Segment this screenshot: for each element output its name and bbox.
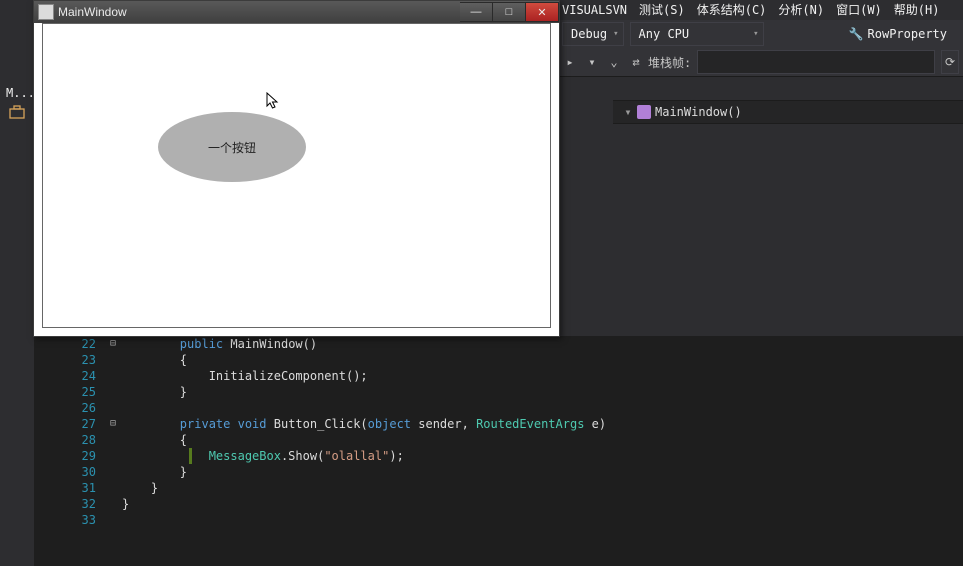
config-dropdown[interactable]: Debug ▾ bbox=[562, 22, 624, 46]
nav-chevron-icon[interactable]: ▾ bbox=[619, 105, 637, 119]
thread-icon[interactable]: ⇄ bbox=[628, 54, 644, 70]
line-number: 32 bbox=[34, 496, 96, 512]
line-number: 26 bbox=[34, 400, 96, 416]
code-line[interactable]: InitializeComponent(); bbox=[122, 368, 963, 384]
funnel-icon[interactable]: ⌄ bbox=[606, 54, 622, 70]
line-number: 24 bbox=[34, 368, 96, 384]
code-area[interactable]: public MainWindow() { InitializeComponen… bbox=[122, 336, 963, 566]
code-line[interactable]: } bbox=[122, 496, 963, 512]
client-area: 一个按钮 bbox=[42, 23, 551, 328]
platform-dropdown[interactable]: Any CPU ▾ bbox=[630, 22, 764, 46]
stackframe-dropdown[interactable] bbox=[697, 50, 935, 74]
window-title: MainWindow bbox=[58, 5, 460, 19]
line-number: 31 bbox=[34, 480, 96, 496]
code-line[interactable]: { bbox=[122, 352, 963, 368]
titlebar[interactable]: MainWindow — □ ✕ bbox=[34, 1, 559, 23]
toolbox-icon[interactable] bbox=[6, 102, 28, 122]
line-number: 25 bbox=[34, 384, 96, 400]
line-number: 22 bbox=[34, 336, 96, 352]
rowproperty-label: RowProperty bbox=[868, 27, 947, 41]
fold-toggle[interactable]: ⊟ bbox=[104, 336, 122, 352]
config-label: Debug bbox=[571, 27, 607, 41]
ellipse-button[interactable]: 一个按钮 bbox=[158, 112, 306, 182]
line-number: 23 bbox=[34, 352, 96, 368]
fold-toggle bbox=[104, 464, 122, 480]
platform-label: Any CPU bbox=[639, 27, 690, 41]
minimize-button[interactable]: — bbox=[460, 2, 493, 22]
menu-help[interactable]: 帮助(H) bbox=[888, 0, 946, 20]
line-number: 33 bbox=[34, 512, 96, 528]
code-line[interactable]: public MainWindow() bbox=[122, 336, 963, 352]
fold-toggle bbox=[104, 496, 122, 512]
code-line[interactable] bbox=[122, 400, 963, 416]
code-editor[interactable]: 222324252627282930313233 ⊟⊟ public MainW… bbox=[34, 336, 963, 566]
debug-toolbar: ▸ ▾ ⌄ ⇄ 堆栈帧: ⟳ bbox=[556, 48, 963, 77]
menu-test[interactable]: 测试(S) bbox=[633, 0, 691, 20]
code-line[interactable]: } bbox=[122, 384, 963, 400]
app-icon bbox=[38, 4, 54, 20]
left-tabwell: M... M... bbox=[0, 80, 34, 566]
chevron-down-icon: ▾ bbox=[753, 29, 758, 39]
main-menu-bar: VISUALSVN 测试(S) 体系结构(C) 分析(N) 窗口(W) 帮助(H… bbox=[556, 0, 963, 20]
line-number: 28 bbox=[34, 432, 96, 448]
toolbar: Debug ▾ Any CPU ▾ 🔧 RowProperty bbox=[556, 20, 963, 49]
stackframe-label: 堆栈帧: bbox=[648, 54, 691, 71]
menu-architecture[interactable]: 体系结构(C) bbox=[691, 0, 773, 20]
code-line[interactable] bbox=[122, 512, 963, 528]
menu-visualsvn[interactable]: VISUALSVN bbox=[556, 0, 633, 20]
menu-window[interactable]: 窗口(W) bbox=[830, 0, 888, 20]
code-line[interactable]: } bbox=[122, 464, 963, 480]
step-icon[interactable]: ▸ bbox=[562, 54, 578, 70]
rowproperty-button[interactable]: 🔧 RowProperty bbox=[843, 23, 953, 45]
fold-toggle bbox=[104, 512, 122, 528]
filter-icon[interactable]: ▾ bbox=[584, 54, 600, 70]
fold-toggle[interactable]: ⊟ bbox=[104, 416, 122, 432]
change-marker bbox=[189, 448, 192, 464]
stackframe-cycle[interactable]: ⟳ bbox=[941, 50, 959, 74]
code-line[interactable]: private void Button_Click(object sender,… bbox=[122, 416, 963, 432]
method-icon bbox=[637, 105, 651, 119]
fold-gutter[interactable]: ⊟⊟ bbox=[104, 336, 122, 566]
line-number: 30 bbox=[34, 464, 96, 480]
line-number-gutter: 222324252627282930313233 bbox=[34, 336, 104, 566]
mouse-cursor-icon bbox=[266, 92, 280, 110]
navigation-bar: ▾ MainWindow() bbox=[613, 100, 963, 124]
chevron-down-icon: ▾ bbox=[613, 29, 618, 39]
fold-toggle bbox=[104, 400, 122, 416]
fold-toggle bbox=[104, 368, 122, 384]
maximize-button[interactable]: □ bbox=[493, 2, 526, 22]
fold-toggle bbox=[104, 432, 122, 448]
code-line[interactable]: { bbox=[122, 432, 963, 448]
fold-toggle bbox=[104, 384, 122, 400]
fold-toggle bbox=[104, 480, 122, 496]
line-number: 27 bbox=[34, 416, 96, 432]
close-button[interactable]: ✕ bbox=[526, 2, 559, 22]
wrench-icon: 🔧 bbox=[849, 27, 864, 41]
fold-toggle bbox=[104, 448, 122, 464]
code-line[interactable]: } bbox=[122, 480, 963, 496]
nav-method[interactable]: MainWindow() bbox=[655, 105, 742, 119]
fold-toggle bbox=[104, 352, 122, 368]
code-line[interactable]: MessageBox.Show("olallal"); bbox=[122, 448, 963, 464]
left-tab-header: M... bbox=[0, 80, 34, 100]
running-app-window: MainWindow — □ ✕ 一个按钮 bbox=[33, 0, 560, 337]
window-buttons: — □ ✕ bbox=[460, 2, 559, 22]
menu-analyze[interactable]: 分析(N) bbox=[772, 0, 830, 20]
line-number: 29 bbox=[34, 448, 96, 464]
